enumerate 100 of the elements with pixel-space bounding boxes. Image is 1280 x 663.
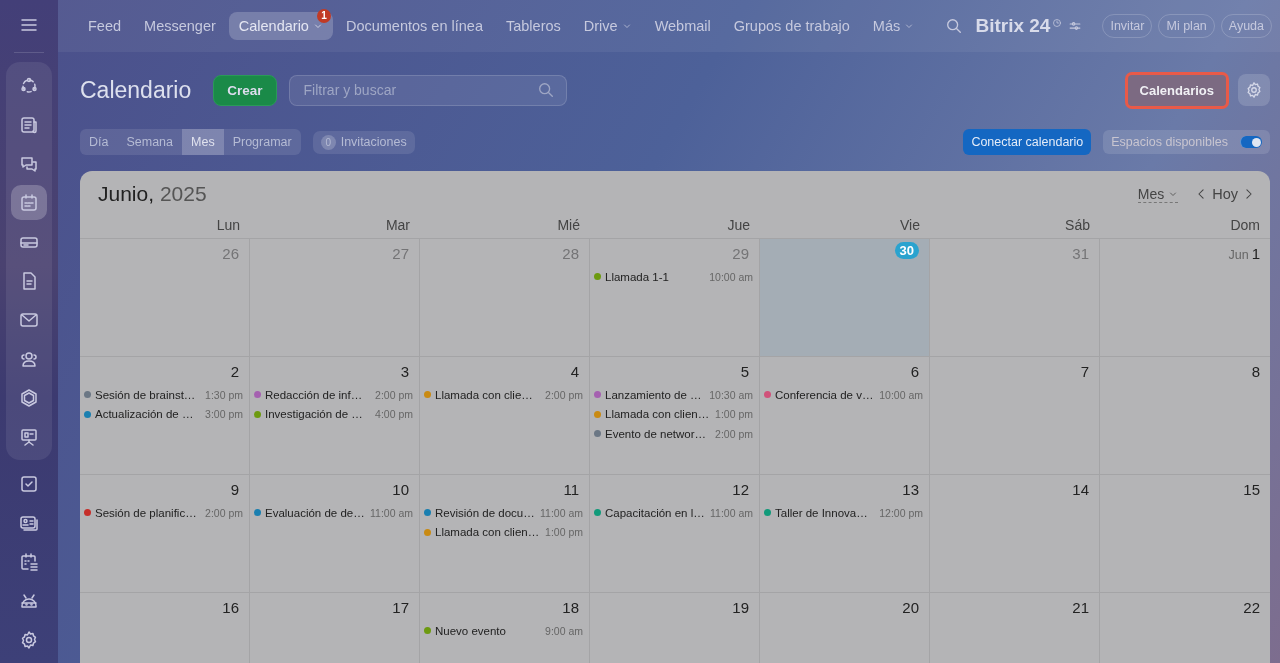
day-number: 27 bbox=[392, 245, 409, 262]
event-time: 1:30 pm bbox=[205, 388, 243, 401]
today-button[interactable]: Hoy bbox=[1212, 186, 1238, 202]
settings-icon bbox=[1245, 81, 1263, 99]
event-title[interactable]: Taller de Innova… bbox=[775, 506, 868, 519]
day-cell[interactable]: 13 Taller de Innova… 12:00 pm bbox=[760, 475, 930, 593]
calendar-icon bbox=[19, 192, 39, 213]
day-number: 21 bbox=[1072, 599, 1089, 616]
day-number: 10 bbox=[392, 481, 409, 498]
day-cell[interactable]: 22 bbox=[1100, 593, 1270, 663]
day-cell[interactable]: 16 bbox=[80, 593, 250, 663]
checkbox-icon bbox=[19, 473, 39, 494]
nav-tab[interactable]: Documentos en línea bbox=[335, 12, 493, 40]
day-number: 2 bbox=[230, 363, 239, 380]
page-title: Calendario bbox=[80, 76, 192, 104]
day-number: 13 bbox=[902, 481, 919, 498]
presentation-icon bbox=[19, 426, 39, 447]
search-icon[interactable] bbox=[945, 17, 964, 35]
weekday-label: Mar bbox=[384, 217, 411, 235]
day-number: 7 bbox=[1080, 363, 1089, 380]
sliders-icon[interactable] bbox=[1068, 19, 1083, 33]
settings-icon bbox=[19, 629, 39, 650]
day-cell[interactable]: Jun 1 bbox=[1100, 239, 1270, 357]
weekday-label: Sáb bbox=[1064, 217, 1091, 235]
day-cell[interactable]: 11 Revisión de docu… 11:00 am Llamada con clien… 1:00 pm bbox=[420, 475, 590, 593]
view-dropdown[interactable]: Mes bbox=[1137, 185, 1179, 203]
day-cell[interactable]: 17 bbox=[250, 593, 420, 663]
day-cell[interactable]: 20 bbox=[760, 593, 930, 663]
day-number: 1 bbox=[1251, 245, 1260, 262]
event-title[interactable]: Llamada con clien… bbox=[435, 526, 540, 539]
day-cell[interactable]: 9 Sesión de planific… 2:00 pm bbox=[80, 475, 250, 593]
day-number: 4 bbox=[570, 363, 579, 380]
day-cell[interactable]: 14 bbox=[930, 475, 1100, 593]
month-title: Junio, 2025 bbox=[98, 182, 207, 206]
hexagon-icon bbox=[19, 387, 39, 408]
weekday-label: Lun bbox=[215, 217, 241, 235]
day-number: 16 bbox=[222, 599, 239, 616]
connect-calendar-button[interactable]: Conectar calendario bbox=[963, 129, 1092, 155]
event-title[interactable]: Investigación de … bbox=[265, 408, 363, 421]
nav-tab[interactable]: Feed bbox=[78, 12, 132, 40]
event-time: 2:00 pm bbox=[205, 506, 243, 519]
day-number: 22 bbox=[1243, 599, 1260, 616]
event-title[interactable]: Llamada con clie… bbox=[435, 388, 533, 401]
day-cell[interactable]: 5 Lanzamiento de … 10:30 am Llamada con clien… 1:00 pm Evento de networ… 2:00 pm bbox=[590, 357, 760, 475]
event-time: 3:00 pm bbox=[205, 408, 243, 421]
notification-badge: 1 bbox=[316, 9, 331, 23]
day-cell[interactable]: 3 Redacción de inf… 2:00 pm Investigación de … 4:00 pm bbox=[250, 357, 420, 475]
day-number: 11 bbox=[563, 481, 579, 498]
weekday-label: Jue bbox=[726, 217, 751, 235]
settings-button[interactable] bbox=[1238, 74, 1270, 106]
event-title[interactable]: Capacitación en l… bbox=[605, 506, 705, 519]
day-number: 18 bbox=[562, 599, 579, 616]
day-cell[interactable]: 19 bbox=[590, 593, 760, 663]
day-cell[interactable]: 4 Llamada con clie… 2:00 pm bbox=[420, 357, 590, 475]
day-cell[interactable]: 7 bbox=[930, 357, 1100, 475]
event-title[interactable]: Revisión de docu… bbox=[435, 506, 535, 519]
event-time: 1:00 pm bbox=[545, 526, 583, 539]
event-time: 11:00 am bbox=[710, 506, 753, 519]
logo-text: Bitrix 24 bbox=[975, 15, 1051, 37]
weekday-label: Vie bbox=[899, 217, 921, 235]
event-time: 2:00 pm bbox=[715, 427, 753, 440]
day-cell[interactable]: 8 bbox=[1100, 357, 1270, 475]
event-title[interactable]: Conferencia de v… bbox=[775, 388, 874, 401]
event-title[interactable]: Sesión de brainst… bbox=[95, 388, 196, 401]
day-cell[interactable]: 2 Sesión de brainst… 1:30 pm Actualización de … 3:00 pm bbox=[80, 357, 250, 475]
day-number: 9 bbox=[230, 481, 239, 498]
day-cell[interactable]: 6 Conferencia de v… 10:00 am bbox=[760, 357, 930, 475]
calendars-button[interactable]: Calendarios bbox=[1125, 72, 1228, 108]
day-number: 26 bbox=[222, 245, 239, 262]
day-number: 31 bbox=[1072, 245, 1089, 262]
day-cell[interactable]: 12 Capacitación en l… 11:00 am bbox=[590, 475, 760, 593]
event-time: 10:00 am bbox=[879, 388, 923, 401]
weekday-label: Mié bbox=[556, 217, 581, 235]
circle-dots-icon bbox=[19, 75, 39, 96]
day-number: 19 bbox=[732, 599, 749, 616]
day-number: 3 bbox=[400, 363, 409, 380]
event-title[interactable]: Sesión de planific… bbox=[95, 506, 197, 519]
event-title[interactable]: Evaluación de de… bbox=[265, 506, 365, 519]
toggle-switch[interactable] bbox=[1240, 136, 1262, 148]
schedule-icon bbox=[19, 551, 39, 572]
event-title[interactable]: Lanzamiento de … bbox=[605, 388, 702, 401]
sidebar-item[interactable] bbox=[11, 185, 47, 220]
day-cell[interactable]: 21 bbox=[930, 593, 1100, 663]
newspaper-icon bbox=[19, 114, 39, 135]
event-title[interactable]: Nuevo evento bbox=[435, 624, 506, 637]
event-title[interactable]: Actualización de … bbox=[95, 408, 194, 421]
day-cell[interactable]: 15 bbox=[1100, 475, 1270, 593]
search-icon bbox=[536, 80, 555, 99]
day-cell[interactable]: 18 Nuevo evento 9:00 am bbox=[420, 593, 590, 663]
event-title[interactable]: Llamada 1-1 bbox=[605, 270, 669, 283]
day-cell[interactable]: 10 Evaluación de de… 11:00 am bbox=[250, 475, 420, 593]
day-number: 29 bbox=[732, 245, 749, 262]
event-title[interactable]: Llamada con clien… bbox=[605, 408, 710, 421]
month-prefix: Jun bbox=[1228, 248, 1249, 262]
nav-tab[interactable]: Messenger bbox=[134, 12, 226, 40]
today-badge: 30 bbox=[894, 242, 919, 259]
event-title[interactable]: Evento de networ… bbox=[605, 427, 706, 440]
event-time: 10:30 am bbox=[709, 388, 753, 401]
event-title[interactable]: Redacción de inf… bbox=[265, 388, 363, 401]
day-number: 20 bbox=[902, 599, 919, 616]
